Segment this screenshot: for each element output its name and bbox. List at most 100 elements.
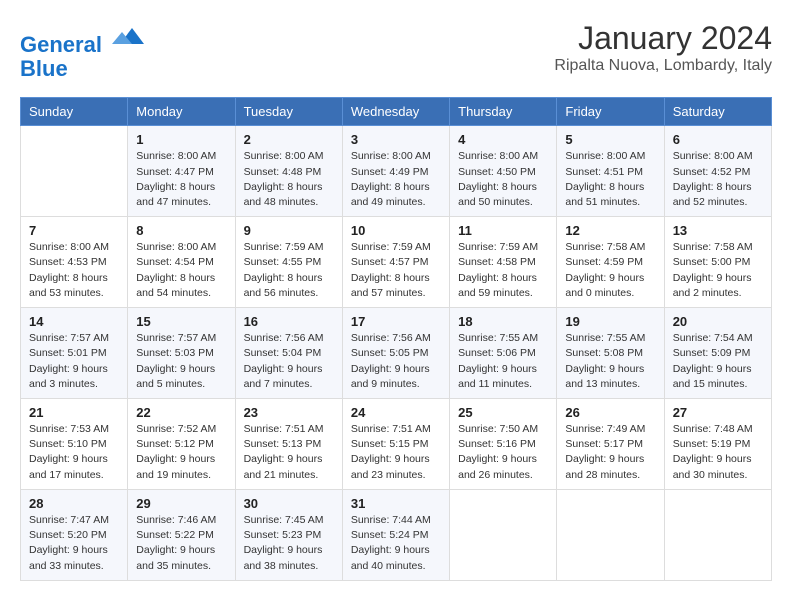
- daylight-text: Daylight: 9 hours and 30 minutes.: [673, 453, 752, 480]
- sunset-text: Sunset: 5:09 PM: [673, 347, 751, 359]
- day-info: Sunrise: 7:55 AM Sunset: 5:08 PM Dayligh…: [565, 331, 655, 392]
- sunrise-text: Sunrise: 7:55 AM: [458, 332, 538, 344]
- sunset-text: Sunset: 4:57 PM: [351, 256, 429, 268]
- table-row: 5 Sunrise: 8:00 AM Sunset: 4:51 PM Dayli…: [557, 126, 664, 217]
- sunrise-text: Sunrise: 7:53 AM: [29, 423, 109, 435]
- sunset-text: Sunset: 5:20 PM: [29, 529, 107, 541]
- sunrise-text: Sunrise: 7:57 AM: [136, 332, 216, 344]
- sunrise-text: Sunrise: 8:00 AM: [458, 150, 538, 162]
- sunset-text: Sunset: 5:24 PM: [351, 529, 429, 541]
- day-number: 11: [458, 223, 548, 238]
- table-row: 15 Sunrise: 7:57 AM Sunset: 5:03 PM Dayl…: [128, 308, 235, 399]
- sunset-text: Sunset: 5:19 PM: [673, 438, 751, 450]
- daylight-text: Daylight: 9 hours and 7 minutes.: [244, 363, 323, 390]
- header-tuesday: Tuesday: [235, 98, 342, 126]
- day-number: 10: [351, 223, 441, 238]
- day-info: Sunrise: 7:49 AM Sunset: 5:17 PM Dayligh…: [565, 422, 655, 483]
- sunrise-text: Sunrise: 7:51 AM: [351, 423, 431, 435]
- sunset-text: Sunset: 4:49 PM: [351, 166, 429, 178]
- day-info: Sunrise: 7:59 AM Sunset: 4:55 PM Dayligh…: [244, 240, 334, 301]
- title-block: January 2024 Ripalta Nuova, Lombardy, It…: [554, 20, 772, 75]
- sunset-text: Sunset: 5:03 PM: [136, 347, 214, 359]
- sunset-text: Sunset: 5:23 PM: [244, 529, 322, 541]
- sunset-text: Sunset: 5:04 PM: [244, 347, 322, 359]
- daylight-text: Daylight: 9 hours and 2 minutes.: [673, 272, 752, 299]
- daylight-text: Daylight: 9 hours and 26 minutes.: [458, 453, 537, 480]
- table-row: 9 Sunrise: 7:59 AM Sunset: 4:55 PM Dayli…: [235, 217, 342, 308]
- daylight-text: Daylight: 8 hours and 57 minutes.: [351, 272, 430, 299]
- table-row: 2 Sunrise: 8:00 AM Sunset: 4:48 PM Dayli…: [235, 126, 342, 217]
- header-saturday: Saturday: [664, 98, 771, 126]
- calendar-week-row: 1 Sunrise: 8:00 AM Sunset: 4:47 PM Dayli…: [21, 126, 772, 217]
- day-info: Sunrise: 7:54 AM Sunset: 5:09 PM Dayligh…: [673, 331, 763, 392]
- calendar-title: January 2024: [554, 20, 772, 57]
- logo-blue: Blue: [20, 57, 144, 81]
- day-number: 6: [673, 132, 763, 147]
- day-info: Sunrise: 8:00 AM Sunset: 4:53 PM Dayligh…: [29, 240, 119, 301]
- sunrise-text: Sunrise: 7:45 AM: [244, 514, 324, 526]
- day-info: Sunrise: 7:57 AM Sunset: 5:01 PM Dayligh…: [29, 331, 119, 392]
- sunset-text: Sunset: 5:13 PM: [244, 438, 322, 450]
- sunrise-text: Sunrise: 8:00 AM: [565, 150, 645, 162]
- calendar-table: Sunday Monday Tuesday Wednesday Thursday…: [20, 97, 772, 580]
- sunset-text: Sunset: 5:15 PM: [351, 438, 429, 450]
- day-number: 14: [29, 314, 119, 329]
- table-row: 18 Sunrise: 7:55 AM Sunset: 5:06 PM Dayl…: [450, 308, 557, 399]
- day-info: Sunrise: 7:56 AM Sunset: 5:04 PM Dayligh…: [244, 331, 334, 392]
- sunrise-text: Sunrise: 7:48 AM: [673, 423, 753, 435]
- day-info: Sunrise: 7:57 AM Sunset: 5:03 PM Dayligh…: [136, 331, 226, 392]
- sunset-text: Sunset: 5:06 PM: [458, 347, 536, 359]
- sunset-text: Sunset: 5:05 PM: [351, 347, 429, 359]
- table-row: 17 Sunrise: 7:56 AM Sunset: 5:05 PM Dayl…: [342, 308, 449, 399]
- daylight-text: Daylight: 8 hours and 47 minutes.: [136, 181, 215, 208]
- sunset-text: Sunset: 4:51 PM: [565, 166, 643, 178]
- day-number: 28: [29, 496, 119, 511]
- day-info: Sunrise: 7:59 AM Sunset: 4:58 PM Dayligh…: [458, 240, 548, 301]
- daylight-text: Daylight: 9 hours and 11 minutes.: [458, 363, 537, 390]
- sunset-text: Sunset: 5:16 PM: [458, 438, 536, 450]
- day-number: 20: [673, 314, 763, 329]
- day-number: 4: [458, 132, 548, 147]
- sunrise-text: Sunrise: 7:57 AM: [29, 332, 109, 344]
- table-row: [664, 489, 771, 580]
- logo: General Blue: [20, 20, 144, 81]
- sunrise-text: Sunrise: 7:58 AM: [673, 241, 753, 253]
- day-number: 2: [244, 132, 334, 147]
- header-sunday: Sunday: [21, 98, 128, 126]
- table-row: 26 Sunrise: 7:49 AM Sunset: 5:17 PM Dayl…: [557, 399, 664, 490]
- sunrise-text: Sunrise: 7:44 AM: [351, 514, 431, 526]
- day-number: 12: [565, 223, 655, 238]
- table-row: 29 Sunrise: 7:46 AM Sunset: 5:22 PM Dayl…: [128, 489, 235, 580]
- day-number: 17: [351, 314, 441, 329]
- table-row: [21, 126, 128, 217]
- table-row: 27 Sunrise: 7:48 AM Sunset: 5:19 PM Dayl…: [664, 399, 771, 490]
- daylight-text: Daylight: 9 hours and 40 minutes.: [351, 544, 430, 571]
- table-row: 1 Sunrise: 8:00 AM Sunset: 4:47 PM Dayli…: [128, 126, 235, 217]
- calendar-week-row: 14 Sunrise: 7:57 AM Sunset: 5:01 PM Dayl…: [21, 308, 772, 399]
- daylight-text: Daylight: 8 hours and 50 minutes.: [458, 181, 537, 208]
- day-info: Sunrise: 8:00 AM Sunset: 4:49 PM Dayligh…: [351, 149, 441, 210]
- header-wednesday: Wednesday: [342, 98, 449, 126]
- header-thursday: Thursday: [450, 98, 557, 126]
- day-number: 21: [29, 405, 119, 420]
- sunrise-text: Sunrise: 7:52 AM: [136, 423, 216, 435]
- sunset-text: Sunset: 5:10 PM: [29, 438, 107, 450]
- daylight-text: Daylight: 8 hours and 48 minutes.: [244, 181, 323, 208]
- day-number: 5: [565, 132, 655, 147]
- day-number: 23: [244, 405, 334, 420]
- sunrise-text: Sunrise: 7:58 AM: [565, 241, 645, 253]
- day-number: 15: [136, 314, 226, 329]
- table-row: 19 Sunrise: 7:55 AM Sunset: 5:08 PM Dayl…: [557, 308, 664, 399]
- logo-text: General: [20, 20, 144, 57]
- day-number: 30: [244, 496, 334, 511]
- daylight-text: Daylight: 9 hours and 13 minutes.: [565, 363, 644, 390]
- day-number: 7: [29, 223, 119, 238]
- sunset-text: Sunset: 5:00 PM: [673, 256, 751, 268]
- table-row: 3 Sunrise: 8:00 AM Sunset: 4:49 PM Dayli…: [342, 126, 449, 217]
- day-info: Sunrise: 8:00 AM Sunset: 4:51 PM Dayligh…: [565, 149, 655, 210]
- table-row: 8 Sunrise: 8:00 AM Sunset: 4:54 PM Dayli…: [128, 217, 235, 308]
- daylight-text: Daylight: 8 hours and 53 minutes.: [29, 272, 108, 299]
- sunset-text: Sunset: 4:54 PM: [136, 256, 214, 268]
- sunrise-text: Sunrise: 7:59 AM: [244, 241, 324, 253]
- calendar-subtitle: Ripalta Nuova, Lombardy, Italy: [554, 57, 772, 75]
